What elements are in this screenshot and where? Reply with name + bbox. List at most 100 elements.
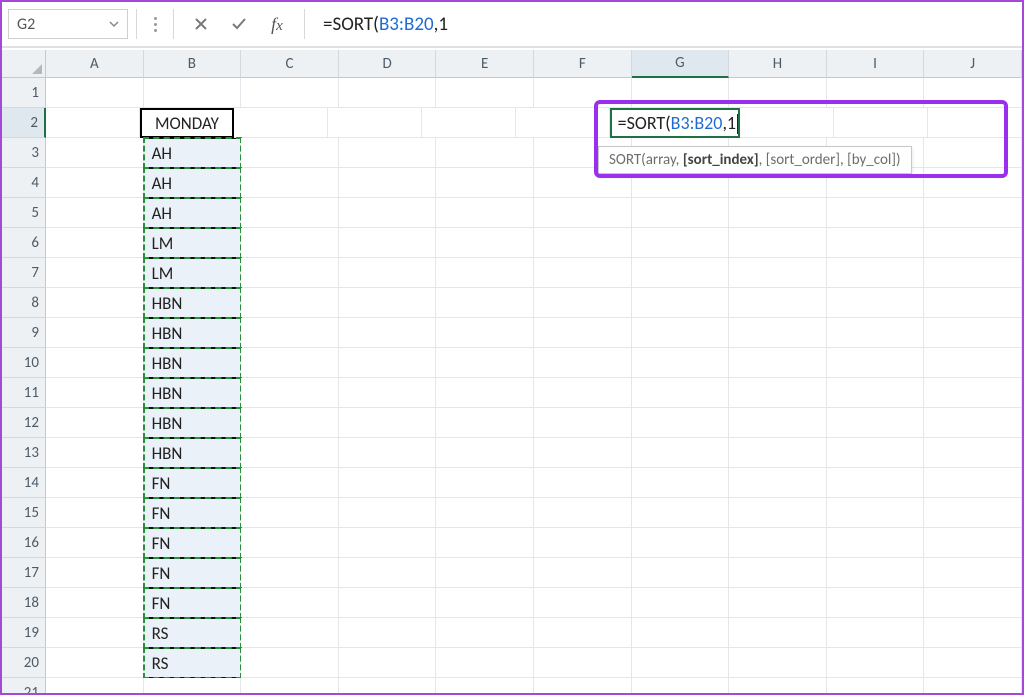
cell-G13[interactable] (632, 438, 730, 468)
cell-A11[interactable] (46, 378, 144, 408)
cell-E15[interactable] (436, 498, 534, 528)
cell-C7[interactable] (241, 258, 339, 288)
cell-G6[interactable] (632, 228, 730, 258)
cell-J9[interactable] (924, 318, 1022, 348)
cell-J6[interactable] (924, 228, 1022, 258)
row-header-12[interactable]: 12 (2, 408, 46, 438)
cell-J3[interactable] (924, 138, 1022, 168)
cell-D10[interactable] (339, 348, 437, 378)
cell-F7[interactable] (534, 258, 632, 288)
cell-F20[interactable] (534, 648, 632, 678)
row-header-13[interactable]: 13 (2, 438, 46, 468)
cell-H15[interactable] (729, 498, 827, 528)
cell-J15[interactable] (924, 498, 1022, 528)
cell-E12[interactable] (436, 408, 534, 438)
cell-D12[interactable] (339, 408, 437, 438)
cell-B18[interactable]: FN (144, 588, 242, 618)
cell-D18[interactable] (339, 588, 437, 618)
row-header-10[interactable]: 10 (2, 348, 46, 378)
column-header-F[interactable]: F (534, 50, 632, 78)
cell-A17[interactable] (46, 558, 144, 588)
cell-G5[interactable] (632, 198, 730, 228)
cell-F9[interactable] (534, 318, 632, 348)
cell-G19[interactable] (632, 618, 730, 648)
cell-E20[interactable] (436, 648, 534, 678)
cell-E10[interactable] (436, 348, 534, 378)
cell-H12[interactable] (729, 408, 827, 438)
cell-B13[interactable]: HBN (144, 438, 242, 468)
cell-H11[interactable] (729, 378, 827, 408)
cell-J10[interactable] (924, 348, 1022, 378)
cell-I10[interactable] (827, 348, 925, 378)
cell-C19[interactable] (241, 618, 339, 648)
cell-C1[interactable] (241, 78, 339, 108)
cell-G1[interactable] (632, 78, 730, 108)
column-header-D[interactable]: D (339, 50, 437, 78)
cell-A9[interactable] (46, 318, 144, 348)
cell-G17[interactable] (632, 558, 730, 588)
cell-E16[interactable] (436, 528, 534, 558)
cell-E1[interactable] (436, 78, 534, 108)
cell-D2[interactable] (328, 108, 422, 138)
cell-C14[interactable] (241, 468, 339, 498)
cell-G8[interactable] (632, 288, 730, 318)
cell-B20[interactable]: RS (144, 648, 242, 678)
cell-I14[interactable] (827, 468, 925, 498)
row-header-20[interactable]: 20 (2, 648, 46, 678)
cell-C5[interactable] (241, 198, 339, 228)
cell-J7[interactable] (924, 258, 1022, 288)
cell-F6[interactable] (534, 228, 632, 258)
cell-A6[interactable] (46, 228, 144, 258)
cell-C4[interactable] (241, 168, 339, 198)
column-header-G[interactable]: G (632, 50, 730, 78)
cell-F10[interactable] (534, 348, 632, 378)
cell-E11[interactable] (436, 378, 534, 408)
cell-I12[interactable] (827, 408, 925, 438)
cell-F5[interactable] (534, 198, 632, 228)
cell-H10[interactable] (729, 348, 827, 378)
name-box-dropdown-icon[interactable] (109, 19, 119, 29)
cell-G7[interactable] (632, 258, 730, 288)
cell-J18[interactable] (924, 588, 1022, 618)
cell-D20[interactable] (339, 648, 437, 678)
cell-A12[interactable] (46, 408, 144, 438)
column-header-E[interactable]: E (436, 50, 534, 78)
cell-B11[interactable]: HBN (144, 378, 242, 408)
row-header-5[interactable]: 5 (2, 198, 46, 228)
cell-E2[interactable] (422, 108, 516, 138)
cell-H8[interactable] (729, 288, 827, 318)
cell-H5[interactable] (729, 198, 827, 228)
cell-J12[interactable] (924, 408, 1022, 438)
cell-G20[interactable] (632, 648, 730, 678)
cell-I1[interactable] (827, 78, 925, 108)
cell-J16[interactable] (924, 528, 1022, 558)
cell-A21[interactable] (46, 678, 144, 693)
cell-J1[interactable] (924, 78, 1022, 108)
cell-D4[interactable] (339, 168, 437, 198)
cell-B6[interactable]: LM (144, 228, 242, 258)
row-header-6[interactable]: 6 (2, 228, 46, 258)
cell-E8[interactable] (436, 288, 534, 318)
cell-I2[interactable] (834, 108, 928, 138)
cell-I21[interactable] (827, 678, 925, 693)
row-header-15[interactable]: 15 (2, 498, 46, 528)
cell-A16[interactable] (46, 528, 144, 558)
cell-I16[interactable] (827, 528, 925, 558)
row-header-19[interactable]: 19 (2, 618, 46, 648)
column-header-B[interactable]: B (144, 50, 242, 78)
cell-F1[interactable] (534, 78, 632, 108)
cell-F13[interactable] (534, 438, 632, 468)
cell-H13[interactable] (729, 438, 827, 468)
cell-A7[interactable] (46, 258, 144, 288)
cell-C12[interactable] (241, 408, 339, 438)
cell-H21[interactable] (729, 678, 827, 693)
cell-D17[interactable] (339, 558, 437, 588)
cell-A13[interactable] (46, 438, 144, 468)
tooltip-arg[interactable]: array (646, 151, 676, 169)
cell-I7[interactable] (827, 258, 925, 288)
cell-A3[interactable] (46, 138, 144, 168)
cell-E7[interactable] (436, 258, 534, 288)
cell-F11[interactable] (534, 378, 632, 408)
cell-F2[interactable] (516, 108, 610, 138)
cell-E17[interactable] (436, 558, 534, 588)
